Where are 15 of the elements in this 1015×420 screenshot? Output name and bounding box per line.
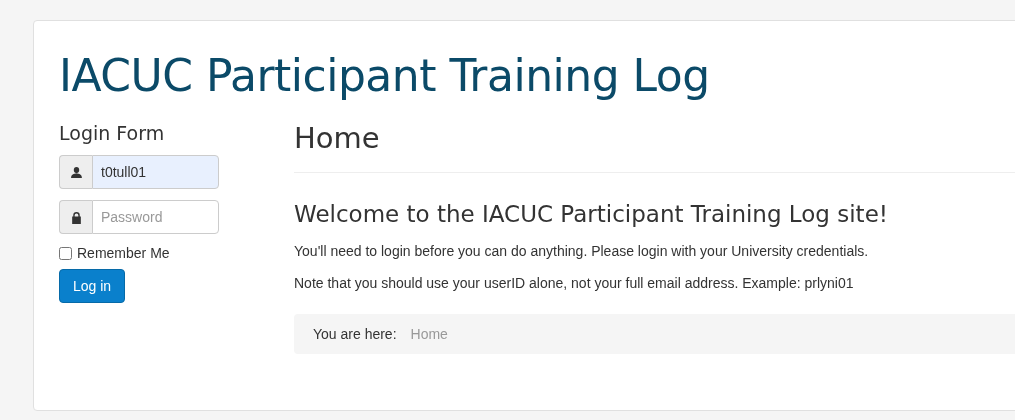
welcome-heading: Welcome to the IACUC Participant Training Log site! — [294, 200, 889, 229]
username-field[interactable]: t0tull01 — [92, 155, 219, 189]
breadcrumb-item[interactable]: Home — [410, 326, 448, 342]
password-field[interactable]: Password — [92, 200, 219, 234]
breadcrumb-label: You are here: — [313, 326, 397, 342]
login-button[interactable]: Log in — [59, 269, 126, 303]
paragraph: You'll need to login before you can do anything. Please login with your University credentials. — [294, 242, 870, 261]
paragraph: Note that you should use your userID alone, not your full email address. Example: prlyni01 — [294, 274, 855, 293]
remember-label: Remember Me — [77, 245, 170, 261]
page-heading: Home — [294, 120, 381, 156]
user-icon — [69, 165, 83, 179]
site-title: IACUC Participant Training Log — [59, 49, 711, 103]
remember-checkbox[interactable] — [59, 246, 72, 260]
lock-icon — [69, 210, 83, 224]
form-heading: Login Form — [59, 121, 165, 145]
